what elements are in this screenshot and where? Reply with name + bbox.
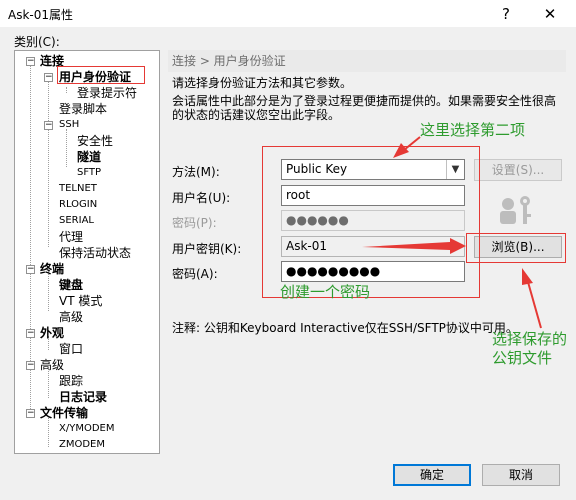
passphrase-label: 密码(A): (172, 267, 218, 281)
tree-item-sftp[interactable]: SFTP (77, 166, 101, 180)
panel-header: 连接 > 用户身份验证 (168, 50, 566, 72)
tree-item-proxy[interactable]: 代理 (59, 230, 83, 244)
collapse-icon[interactable]: − (26, 361, 35, 370)
tree-item-tunnel[interactable]: 隧道 (77, 150, 101, 164)
description-line: 会话属性中此部分是为了登录过程更便捷而提供的。如果需要安全性很高 (172, 94, 557, 108)
tree-item-appearance[interactable]: 外观 (40, 326, 64, 340)
collapse-icon[interactable]: − (26, 409, 35, 418)
description-line: 请选择身份验证方法和其它参数。 (172, 76, 353, 90)
collapse-icon[interactable]: − (26, 329, 35, 338)
selection-highlight (57, 66, 145, 84)
category-tree[interactable]: − 连接 − 用户身份验证 登录提示符 登录脚本 − SSH 安全性 隧道 SF… (14, 50, 160, 454)
tree-item-terminal[interactable]: 终端 (40, 262, 64, 276)
tree-line (48, 271, 49, 311)
tree-item-advanced[interactable]: 高级 (59, 310, 83, 324)
tree-item-keyboard[interactable]: 键盘 (59, 278, 83, 292)
annotation-choose-key-line2: 公钥文件 (492, 349, 553, 367)
cancel-button[interactable]: 取消 (482, 464, 560, 486)
arrow-head (522, 268, 533, 285)
annotation-create-password: 创建一个密码 (280, 283, 371, 301)
annotation-select-second: 这里选择第二项 (420, 121, 526, 139)
close-button[interactable]: ✕ (528, 0, 572, 28)
tree-line (48, 369, 49, 398)
category-label: 类别(C): (14, 35, 60, 49)
collapse-icon[interactable]: − (44, 121, 53, 130)
tree-item-trace[interactable]: 跟踪 (59, 374, 83, 388)
collapse-icon[interactable]: − (26, 265, 35, 274)
userkey-label: 用户密钥(K): (172, 242, 242, 256)
tree-line (66, 129, 67, 167)
tree-item-rlogin[interactable]: RLOGIN (59, 198, 97, 212)
tree-item-login-prompt[interactable]: 登录提示符 (77, 86, 137, 100)
arrow-from-annotation (527, 281, 542, 329)
tree-item-keepalive[interactable]: 保持活动状态 (59, 246, 131, 260)
collapse-icon[interactable]: − (26, 57, 35, 66)
window-title: Ask-01属性 (8, 8, 74, 22)
settings-button[interactable]: 设置(S)... (474, 159, 562, 181)
tree-line (48, 418, 49, 447)
annotation-choose-key-line1: 选择保存的 (492, 330, 568, 348)
username-label: 用户名(U): (172, 191, 231, 205)
tree-item-serial[interactable]: SERIAL (59, 214, 94, 228)
tree-item-advanced-root[interactable]: 高级 (40, 358, 64, 372)
tree-item-xymodem[interactable]: X/YMODEM (59, 422, 114, 436)
method-label: 方法(M): (172, 165, 220, 179)
tree-item-zmodem[interactable]: ZMODEM (59, 438, 105, 452)
tree-line (66, 87, 67, 93)
tree-line (48, 79, 49, 247)
tree-item-window[interactable]: 窗口 (59, 342, 83, 356)
tree-item-login-script[interactable]: 登录脚本 (59, 102, 107, 116)
tree-item-vt-mode[interactable]: VT 模式 (59, 294, 102, 308)
help-button[interactable]: ? (484, 0, 528, 28)
collapse-icon[interactable]: − (44, 73, 53, 82)
tree-item-ssh[interactable]: SSH (59, 118, 79, 132)
password-label: 密码(P): (172, 216, 217, 230)
annotation-box-browse (466, 233, 566, 263)
ok-button[interactable]: 确定 (393, 464, 471, 486)
annotation-box-fields (262, 146, 480, 298)
tree-item-telnet[interactable]: TELNET (59, 182, 97, 196)
tree-item-file-transfer[interactable]: 文件传输 (40, 406, 88, 420)
tree-item-log[interactable]: 日志记录 (59, 390, 107, 404)
title-bar: Ask-01属性 ? ✕ (0, 0, 576, 28)
description: 请选择身份验证方法和其它参数。 会话属性中此部分是为了登录过程更便捷而提供的。如… (172, 76, 566, 122)
protocol-note: 注释: 公钥和Keyboard Interactive仅在SSH/SFTP协议中… (172, 321, 518, 335)
tree-item-security[interactable]: 安全性 (77, 134, 113, 148)
